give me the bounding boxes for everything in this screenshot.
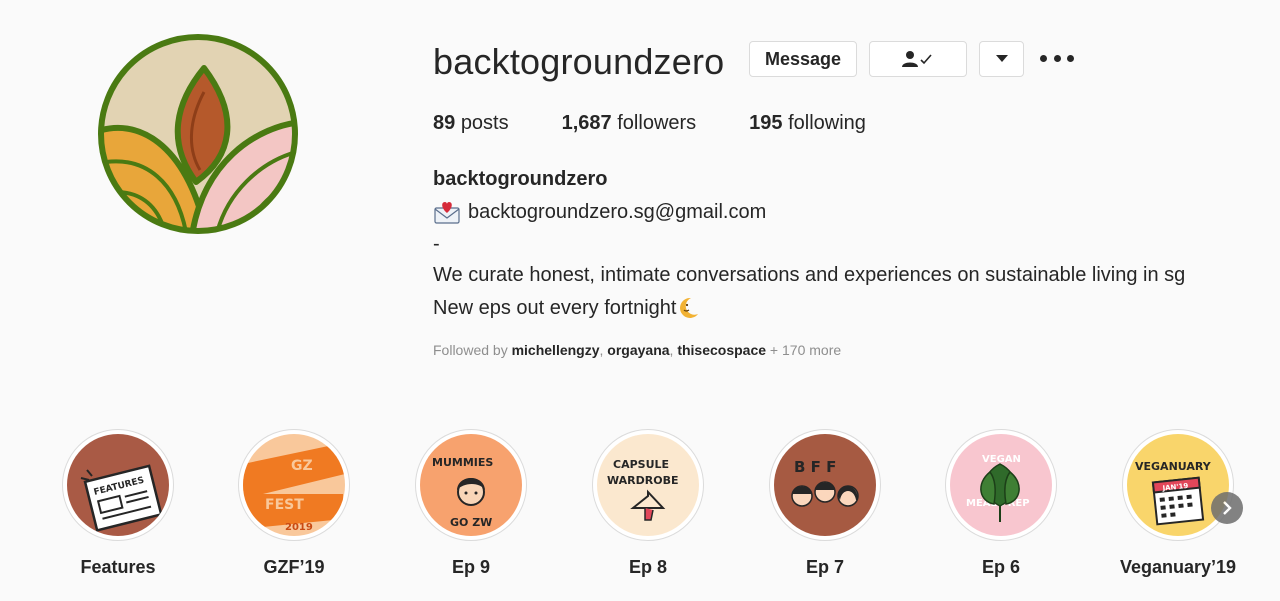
highlight-art-text: MUMMIES <box>432 456 493 469</box>
veganuary-calendar-art-icon: VEGANUARY JAN'19 <box>1127 434 1229 536</box>
posts-count: 89 <box>433 112 456 134</box>
highlight-cover: VEGAN MEAL PREP <box>950 434 1052 536</box>
highlight-label: Veganuary’19 <box>1119 557 1237 577</box>
highlight-label: Ep 9 <box>451 557 490 577</box>
highlight-cover: GZ FEST 2019 <box>243 434 345 536</box>
bio-line-2: New eps out every fortnight <box>433 296 677 319</box>
follower-link[interactable]: thisecospace <box>677 342 766 358</box>
capsule-wardrobe-art-icon: CAPSULE WARDROBE <box>597 434 699 536</box>
highlight-label: Ep 7 <box>805 557 844 577</box>
person-check-icon <box>902 51 932 67</box>
followers-stat[interactable]: 1,687 followers <box>562 112 697 135</box>
highlight-ring: CAPSULE WARDROBE <box>592 429 704 541</box>
highlight-ep7[interactable]: B F F Ep 7 <box>760 429 890 578</box>
highlight-ep8[interactable]: CAPSULE WARDROBE Ep 8 <box>583 429 713 578</box>
highlight-art-text: WARDROBE <box>607 474 678 487</box>
bio-dash: - <box>433 233 440 255</box>
highlight-ep9[interactable]: MUMMIES GO ZW Ep 9 <box>406 429 536 578</box>
highlight-cover: CAPSULE WARDROBE <box>597 434 699 536</box>
highlight-label: GZF’19 <box>263 557 325 577</box>
following-label: following <box>788 112 866 134</box>
following-button[interactable] <box>869 41 967 77</box>
highlight-cover: FEATURES <box>67 434 169 536</box>
highlight-cover: MUMMIES GO ZW <box>420 434 522 536</box>
profile-stats: 89 posts 1,687 followers 195 following <box>433 112 919 135</box>
suggested-dropdown-button[interactable] <box>979 41 1024 77</box>
bio-line-1: We curate honest, intimate conversations… <box>433 264 1186 286</box>
highlight-label: Ep 6 <box>981 557 1020 577</box>
gz-fest-art-icon: GZ FEST 2019 <box>243 434 345 536</box>
highlight-label: Ep 8 <box>628 557 667 577</box>
highlight-gzf19[interactable]: GZ FEST 2019 GZF’19 <box>229 429 359 578</box>
followed-by: Followed by michellengzy, orgayana, this… <box>433 342 841 358</box>
following-stat[interactable]: 195 following <box>749 112 866 135</box>
highlight-ring: GZ FEST 2019 <box>238 429 350 541</box>
crescent-moon-icon <box>680 297 699 318</box>
highlight-art-text: GZ <box>291 458 313 474</box>
chevron-down-icon <box>995 55 1008 62</box>
follower-link[interactable]: michellengzy <box>512 342 600 358</box>
message-button[interactable]: Message <box>749 41 857 77</box>
more-options-icon[interactable] <box>1040 46 1074 70</box>
posts-stat: 89 posts <box>433 112 509 135</box>
bio-line-2-container: New eps out every fortnight <box>433 296 700 320</box>
bio-email: backtogroundzero.sg@gmail.com <box>468 200 767 223</box>
highlight-ep6[interactable]: VEGAN MEAL PREP Ep 6 <box>936 429 1066 578</box>
highlight-art-text: GO ZW <box>450 516 492 529</box>
more-dot <box>1040 54 1047 62</box>
mummies-art-icon: MUMMIES GO ZW <box>420 434 522 536</box>
highlight-ring: B F F <box>769 429 881 541</box>
highlight-ring: FEATURES <box>62 429 174 541</box>
chevron-right-icon <box>1223 501 1232 515</box>
envelope-heart-icon <box>434 202 460 224</box>
highlight-art-text: VEGANUARY <box>1135 460 1212 473</box>
vegan-meal-prep-art-icon: VEGAN MEAL PREP <box>950 434 1052 536</box>
profile-username: backtogroundzero <box>433 41 725 82</box>
followers-label: followers <box>617 112 697 134</box>
highlight-art-text: FEST <box>265 497 304 513</box>
more-dot <box>1067 54 1074 62</box>
profile-full-name: backtogroundzero <box>433 168 608 190</box>
highlight-cover: VEGANUARY JAN'19 <box>1127 434 1229 536</box>
follower-link[interactable]: orgayana <box>607 342 669 358</box>
bff-art-icon: B F F <box>774 434 876 536</box>
posts-label: posts <box>460 112 509 134</box>
highlight-ring: MUMMIES GO ZW <box>415 429 527 541</box>
highlight-art-text: B F F <box>794 458 836 476</box>
followers-count: 1,687 <box>561 112 612 134</box>
followed-by-prefix: Followed by <box>433 342 512 358</box>
highlight-cover: B F F <box>774 434 876 536</box>
highlight-art-text: VEGAN <box>982 454 1021 465</box>
highlight-art-text: 2019 <box>285 522 313 533</box>
highlights-next-button[interactable] <box>1211 492 1243 524</box>
highlight-art-text: CAPSULE <box>613 458 669 471</box>
highlight-ring: VEGANUARY JAN'19 <box>1122 429 1234 541</box>
leaf-logo-icon <box>98 34 298 234</box>
followed-by-more[interactable]: + 170 more <box>766 342 841 358</box>
highlight-features[interactable]: FEATURES Features <box>53 429 183 578</box>
following-count: 195 <box>749 112 783 134</box>
highlight-ring: VEGAN MEAL PREP <box>945 429 1057 541</box>
highlight-label: Features <box>80 557 156 577</box>
profile-avatar[interactable] <box>96 32 300 236</box>
more-dot <box>1053 54 1061 62</box>
bio-email-line: backtogroundzero.sg@gmail.com <box>433 200 766 224</box>
newspaper-icon: FEATURES <box>67 434 169 536</box>
